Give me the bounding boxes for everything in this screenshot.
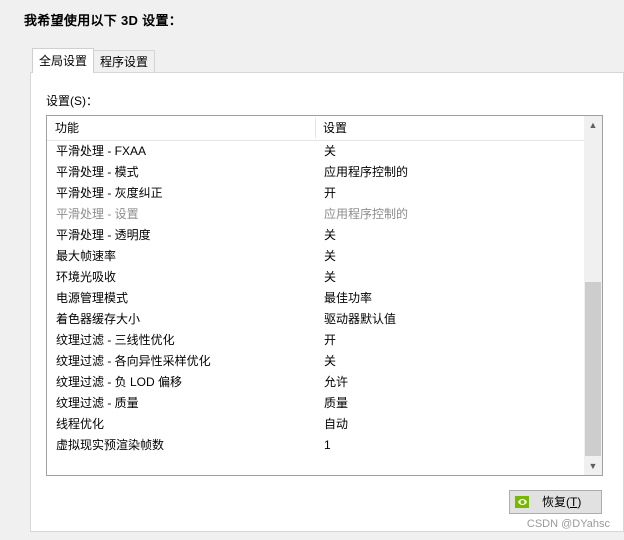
setting-value-cell[interactable]: 1 bbox=[324, 435, 331, 456]
settings-rows: 平滑处理 - FXAA 关平滑处理 - 模式 应用程序控制的 平滑处理 - 灰度纠正开… bbox=[47, 141, 584, 456]
vertical-scrollbar[interactable]: ▲ ▼ bbox=[584, 116, 602, 475]
table-row[interactable]: 平滑处理 - 透明度 关 bbox=[47, 225, 584, 246]
scroll-up-icon[interactable]: ▲ bbox=[584, 116, 602, 134]
settings-list[interactable]: 功能 设置 平滑处理 - FXAA 关平滑处理 - 模式 应用程序控制的 平滑处理 -… bbox=[46, 115, 603, 476]
feature-cell: 电源管理模式 bbox=[56, 291, 129, 305]
column-header-feature[interactable]: 功能 bbox=[55, 116, 79, 140]
table-row[interactable]: 平滑处理 - 模式 应用程序控制的 bbox=[47, 162, 584, 183]
setting-value-cell[interactable]: 关 bbox=[324, 225, 336, 246]
setting-value-cell[interactable]: 驱动器默认值 bbox=[324, 309, 396, 330]
setting-value-cell[interactable]: 应用程序控制的 bbox=[324, 162, 408, 183]
column-divider[interactable] bbox=[315, 118, 316, 138]
table-row[interactable]: 纹理过滤 - 负 LOD 偏移 允许 bbox=[47, 372, 584, 393]
table-row[interactable]: 最大帧速率 关 bbox=[47, 246, 584, 267]
feature-cell: 平滑处理 - FXAA bbox=[56, 144, 147, 158]
feature-cell: 平滑处理 - 设置 bbox=[56, 207, 139, 221]
scroll-thumb[interactable] bbox=[585, 282, 601, 456]
setting-value-cell[interactable]: 关 bbox=[324, 141, 336, 162]
table-row[interactable]: 纹理过滤 - 质量 质量 bbox=[47, 393, 584, 414]
setting-value-cell[interactable]: 关 bbox=[324, 267, 336, 288]
feature-cell: 纹理过滤 - 负 LOD 偏移 bbox=[56, 375, 183, 389]
feature-cell: 纹理过滤 - 各向异性采样优化 bbox=[56, 354, 211, 368]
setting-value-cell[interactable]: 关 bbox=[324, 246, 336, 267]
feature-cell: 虚拟现实预渲染帧数 bbox=[56, 438, 165, 452]
feature-cell: 最大帧速率 bbox=[56, 249, 117, 263]
scroll-down-icon[interactable]: ▼ bbox=[584, 457, 602, 475]
list-header: 功能 设置 bbox=[47, 116, 584, 141]
feature-cell: 着色器缓存大小 bbox=[56, 312, 141, 326]
feature-cell: 平滑处理 - 模式 bbox=[56, 165, 139, 179]
setting-value-cell[interactable]: 允许 bbox=[324, 372, 348, 393]
feature-cell: 纹理过滤 - 三线性优化 bbox=[56, 333, 175, 347]
restore-button-label: 恢复(T) bbox=[542, 495, 582, 509]
tab-global-settings[interactable]: 全局设置 bbox=[32, 48, 95, 73]
restore-button[interactable]: 恢复(T) bbox=[509, 490, 602, 514]
settings-label: 设置(S)： bbox=[46, 94, 98, 108]
setting-value-cell[interactable]: 开 bbox=[324, 183, 336, 204]
table-row[interactable]: 电源管理模式 最佳功率 bbox=[47, 288, 584, 309]
table-row[interactable]: 着色器缓存大小 驱动器默认值 bbox=[47, 309, 584, 330]
setting-value-cell[interactable]: 自动 bbox=[324, 414, 348, 435]
tab-program-settings[interactable]: 程序设置 bbox=[93, 50, 156, 72]
table-row[interactable]: 环境光吸收 关 bbox=[47, 267, 584, 288]
feature-cell: 纹理过滤 - 质量 bbox=[56, 396, 139, 410]
table-row[interactable]: 平滑处理 - 灰度纠正 开 bbox=[47, 183, 584, 204]
watermark: CSDN @DYahsc bbox=[526, 518, 610, 530]
nvidia-logo-icon bbox=[515, 496, 529, 508]
setting-value-cell[interactable]: 开 bbox=[324, 330, 336, 351]
table-row[interactable]: 平滑处理 - 设置 应用程序控制的 bbox=[47, 204, 584, 225]
table-row[interactable]: 纹理过滤 - 三线性优化 开 bbox=[47, 330, 584, 351]
setting-value-cell[interactable]: 最佳功率 bbox=[324, 288, 372, 309]
feature-cell: 平滑处理 - 灰度纠正 bbox=[56, 186, 163, 200]
feature-cell: 环境光吸收 bbox=[56, 270, 117, 284]
table-row[interactable]: 纹理过滤 - 各向异性采样优化 关 bbox=[47, 351, 584, 372]
setting-value-cell[interactable]: 关 bbox=[324, 351, 336, 372]
column-header-setting[interactable]: 设置 bbox=[323, 116, 347, 140]
feature-cell: 平滑处理 - 透明度 bbox=[56, 228, 151, 242]
feature-cell: 线程优化 bbox=[56, 417, 105, 431]
setting-value-cell[interactable]: 质量 bbox=[324, 393, 348, 414]
setting-value-cell[interactable]: 应用程序控制的 bbox=[324, 204, 408, 225]
table-row[interactable]: 平滑处理 - FXAA 关 bbox=[47, 141, 584, 162]
table-row[interactable]: 线程优化 自动 bbox=[47, 414, 584, 435]
page-heading: 我希望使用以下 3D 设置： bbox=[24, 13, 183, 28]
table-row[interactable]: 虚拟现实预渲染帧数 1 bbox=[47, 435, 584, 456]
